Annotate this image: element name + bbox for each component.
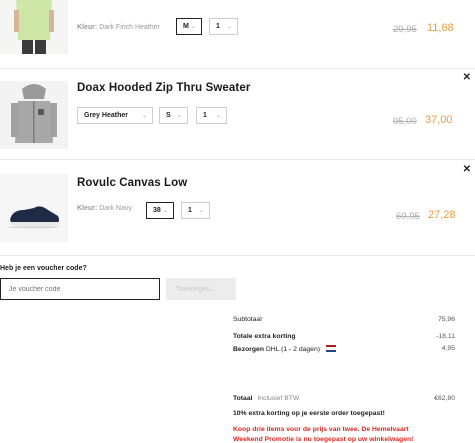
- shipping-label: Bezorgen: [233, 346, 264, 353]
- chevron-down-icon: ⌄: [215, 113, 221, 119]
- close-icon[interactable]: ✕: [463, 164, 471, 175]
- chevron-down-icon: ⌄: [190, 24, 196, 30]
- chevron-down-icon: ⌄: [226, 24, 232, 30]
- shipping-row: Bezorgen DHL (1 - 2 dagen): [233, 345, 336, 353]
- sale-price: 11,68: [427, 22, 454, 34]
- color-info: Kleur: Dark Finch Heather: [77, 24, 160, 31]
- chevron-down-icon: ⌄: [141, 113, 147, 119]
- color-select[interactable]: Grey Heather ⌄: [77, 107, 153, 124]
- color-info: Kleur: Dark Navy: [77, 205, 132, 212]
- sale-price: 37,00: [425, 114, 453, 126]
- total-note: Inclusief BTW: [257, 395, 300, 402]
- divider: [0, 255, 475, 256]
- add-voucher-button[interactable]: Toevoegen...: [166, 278, 236, 300]
- chevron-down-icon: ⌄: [176, 113, 182, 119]
- total-value: €62,80: [434, 395, 455, 402]
- chevron-down-icon: ⌄: [162, 208, 168, 214]
- quantity-select[interactable]: 1 ⌄: [209, 18, 238, 35]
- product-image[interactable]: [0, 174, 68, 242]
- shipping-value: 4,95: [441, 345, 455, 352]
- close-icon[interactable]: ✕: [463, 72, 471, 83]
- voucher-input[interactable]: [0, 278, 160, 300]
- subtotal-value: 75,96: [437, 316, 455, 323]
- discount-value: -18,11: [436, 333, 455, 340]
- original-price: 95,00: [393, 116, 417, 127]
- total-row: Totaal Inclusief BTW: [233, 395, 299, 402]
- size-select[interactable]: 38 ⌄: [146, 202, 174, 219]
- shipping-method: DHL (1 - 2 dagen): [265, 346, 321, 353]
- product-image[interactable]: [0, 81, 68, 149]
- weekend-promo-line1: Koop drie items voor de prijs van twee. …: [233, 426, 409, 433]
- cart-item: ✕ Doax Hooded Zip Thru Sweater Grey Heat…: [0, 69, 475, 159]
- quantity-select[interactable]: 1 ⌄: [196, 107, 227, 124]
- subtotal-label: Subtotaal: [233, 316, 262, 323]
- weekend-promo-line2: Weekend Promotie is nu toegepast op uw w…: [233, 436, 414, 443]
- cart-item: ✕ Rovulc Canvas Low Kleur: Dark Navy 38 ⌄…: [0, 160, 475, 250]
- discount-label: Totale extra korting: [233, 333, 296, 340]
- netherlands-flag-icon: [325, 345, 336, 352]
- quantity-select[interactable]: 1 ⌄: [181, 202, 210, 219]
- size-select[interactable]: M ⌄: [176, 18, 202, 35]
- original-price: 29,95: [393, 24, 417, 35]
- voucher-title: Heb je een voucher code?: [0, 265, 87, 272]
- original-price: 69,95: [396, 211, 420, 222]
- size-select[interactable]: S ⌄: [159, 107, 188, 124]
- total-label: Totaal: [233, 395, 253, 402]
- product-image[interactable]: [0, 0, 68, 54]
- product-name[interactable]: Doax Hooded Zip Thru Sweater: [77, 82, 250, 94]
- first-order-promo: 10% extra korting op je eerste order toe…: [233, 410, 385, 417]
- chevron-down-icon: ⌄: [198, 208, 204, 214]
- product-name[interactable]: Rovulc Canvas Low: [77, 177, 187, 189]
- sale-price: 27,28: [428, 209, 456, 221]
- cart-item: Kleur: Dark Finch Heather M ⌄ 1 ⌄ 29,95 11…: [0, 0, 475, 68]
